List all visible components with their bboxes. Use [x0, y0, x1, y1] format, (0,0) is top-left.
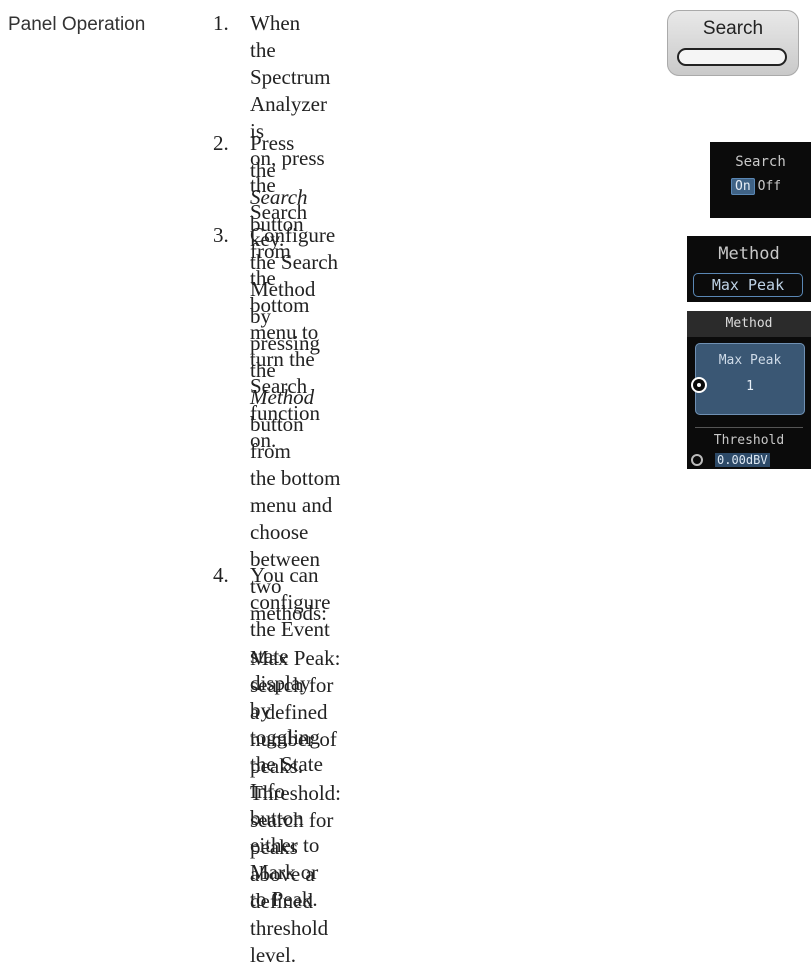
step-line: to Peak.	[250, 887, 318, 911]
search-softkey-title: Search	[735, 154, 786, 170]
step-desc-line: threshold level.	[250, 916, 329, 967]
step-number: 4.	[213, 563, 229, 587]
variable-knob-icon	[691, 377, 707, 393]
search-key-button-bar	[677, 48, 787, 66]
search-key-label: Search	[702, 18, 764, 39]
threshold-value: 0.00dBV	[715, 453, 770, 467]
max-peak-option[interactable]: Max Peak 1	[691, 343, 805, 415]
method-softkey-title: Method	[718, 244, 780, 264]
step-number: 1.	[213, 11, 229, 35]
method-softkey[interactable]: Method Max Peak	[687, 236, 811, 302]
method-softkey-value: Max Peak	[693, 273, 803, 297]
step-line: pressing the Method button from	[250, 331, 320, 463]
step-number: 2.	[213, 131, 229, 155]
search-softkey[interactable]: Search On Off	[710, 142, 811, 218]
max-peak-label: Max Peak	[718, 353, 782, 368]
step-number: 3.	[213, 223, 229, 247]
method-menu-header: Method	[687, 311, 811, 337]
variable-knob-icon	[691, 454, 703, 466]
search-key[interactable]: Search	[667, 10, 799, 76]
threshold-label[interactable]: Threshold	[687, 433, 811, 448]
step-line: You can configure the Event state displa…	[250, 563, 331, 722]
off-option: Off	[757, 179, 782, 194]
step-line: the bottom menu and choose	[250, 466, 341, 544]
side-label: Panel Operation	[8, 14, 146, 35]
method-menu: Method Max Peak 1 Threshold 0.00dBV	[687, 311, 811, 469]
max-peak-count: 1	[746, 379, 754, 394]
step-line: When the Spectrum Analyzer is	[250, 11, 331, 143]
step-line: Configure the Search Method by	[250, 223, 339, 328]
menu-divider	[695, 427, 803, 428]
step-line: toggling the State Info button either to…	[250, 725, 323, 884]
on-option: On	[731, 178, 755, 195]
